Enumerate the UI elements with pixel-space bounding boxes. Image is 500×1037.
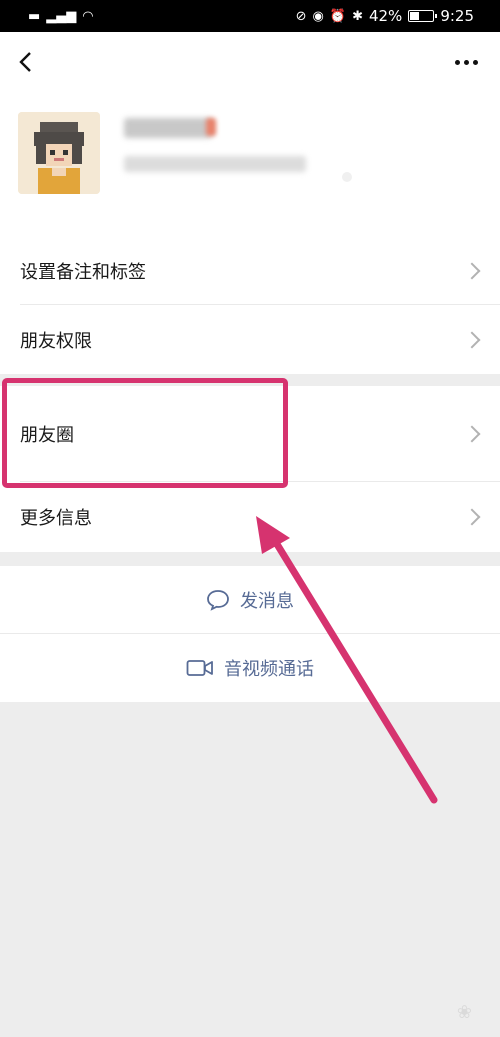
annotation-arrow <box>256 516 438 804</box>
watermark: ❀ <box>456 1002 472 1023</box>
